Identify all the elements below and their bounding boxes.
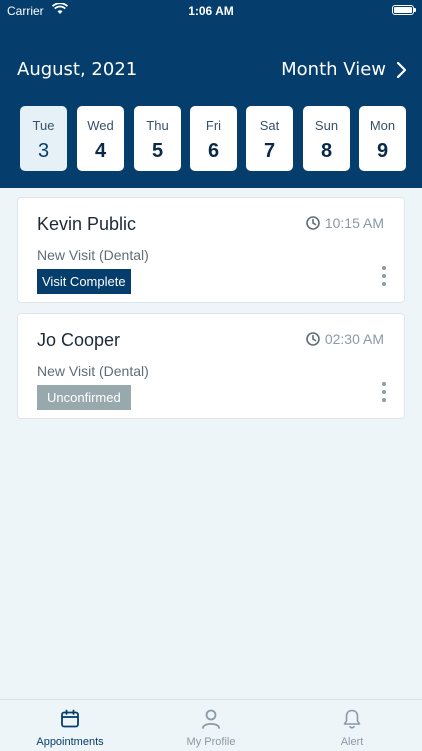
day-of-week: Tue bbox=[32, 118, 55, 133]
clock-icon bbox=[306, 332, 320, 346]
day-number: 4 bbox=[94, 140, 107, 162]
day-number: 3 bbox=[37, 140, 50, 162]
month-view-button[interactable]: Month View bbox=[281, 59, 408, 80]
visit-type: New Visit (Dental) bbox=[37, 247, 149, 263]
tab-label: Appointments bbox=[36, 736, 104, 748]
more-options-icon[interactable] bbox=[376, 264, 392, 288]
tab-alert[interactable]: Alert bbox=[282, 700, 422, 751]
day-sun-8[interactable]: Sun 8 bbox=[303, 106, 350, 171]
patient-name: Kevin Public bbox=[37, 214, 137, 234]
month-title: August, 2021 bbox=[17, 59, 138, 80]
appointment-time: 02:30 AM bbox=[306, 331, 384, 347]
month-view-label: Month View bbox=[281, 59, 386, 80]
day-of-week: Fri bbox=[205, 118, 222, 133]
appointment-card[interactable]: Kevin Public 10:15 AM New Visit (Dental)… bbox=[17, 197, 405, 303]
tab-label: My Profile bbox=[186, 736, 236, 748]
calendar-icon bbox=[61, 709, 79, 728]
status-badge: Visit Complete bbox=[37, 269, 131, 294]
appointment-time: 10:15 AM bbox=[306, 215, 384, 231]
day-number: 6 bbox=[207, 140, 220, 162]
day-of-week: Mon bbox=[369, 118, 396, 133]
person-icon bbox=[202, 709, 220, 729]
status-badge: Unconfirmed bbox=[37, 385, 131, 410]
day-of-week: Wed bbox=[87, 118, 114, 133]
day-of-week: Thu bbox=[146, 118, 169, 133]
clock-icon bbox=[306, 216, 320, 230]
status-time: 1:06 AM bbox=[188, 4, 234, 18]
day-of-week: Sat bbox=[259, 118, 280, 133]
day-wed-4[interactable]: Wed 4 bbox=[77, 106, 124, 171]
bell-icon bbox=[343, 709, 361, 729]
day-mon-9[interactable]: Mon 9 bbox=[359, 106, 406, 171]
appointment-card[interactable]: Jo Cooper 02:30 AM New Visit (Dental) Un… bbox=[17, 313, 405, 419]
patient-name: Jo Cooper bbox=[37, 330, 121, 350]
tab-label: Alert bbox=[340, 736, 364, 748]
day-of-week: Sun bbox=[314, 118, 339, 133]
day-number: 8 bbox=[320, 140, 333, 162]
day-tue-3[interactable]: Tue 3 bbox=[20, 106, 67, 171]
chevron-right-icon bbox=[396, 61, 407, 78]
tab-my-profile[interactable]: My Profile bbox=[141, 700, 281, 751]
day-number: 5 bbox=[151, 140, 164, 162]
day-number: 7 bbox=[263, 140, 276, 162]
day-thu-5[interactable]: Thu 5 bbox=[134, 106, 181, 171]
battery-icon bbox=[392, 5, 416, 15]
status-bar: Carrier 1:06 AM bbox=[0, 0, 422, 22]
day-fri-6[interactable]: Fri 6 bbox=[190, 106, 237, 171]
day-sat-7[interactable]: Sat 7 bbox=[246, 106, 293, 171]
more-options-icon[interactable] bbox=[376, 380, 392, 404]
tab-bar: Appointments My Profile Alert bbox=[0, 699, 422, 750]
calendar-header: August, 2021 Month View Tue 3 Wed 4 Thu … bbox=[0, 22, 422, 188]
visit-type: New Visit (Dental) bbox=[37, 363, 149, 379]
day-number: 9 bbox=[376, 140, 389, 162]
appointment-time-label: 10:15 AM bbox=[324, 215, 384, 231]
tab-appointments[interactable]: Appointments bbox=[0, 700, 140, 751]
appointment-time-label: 02:30 AM bbox=[324, 331, 384, 347]
